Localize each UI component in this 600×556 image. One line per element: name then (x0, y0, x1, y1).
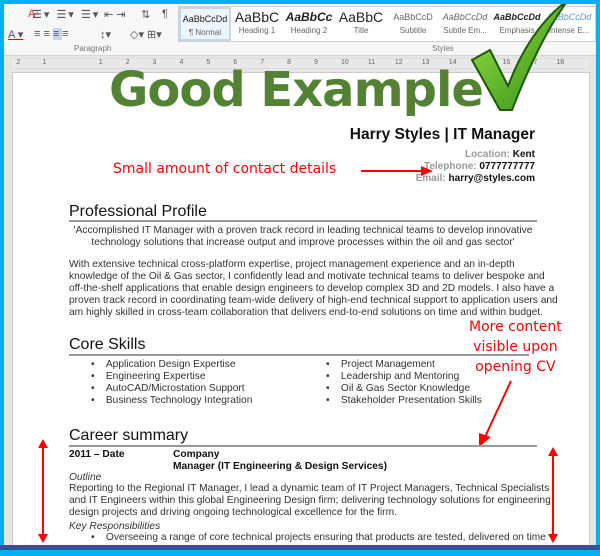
style-heading-1[interactable]: AaBbC Heading 1 (231, 7, 283, 41)
outline-text: Reporting to the Regional IT Manager, I … (69, 483, 551, 518)
contact-line: Email: harry@styles.com (415, 173, 535, 184)
skills-right-list: • Project Management • Leadership and Me… (326, 359, 482, 407)
align-icons[interactable]: ≡≡≡≡ (34, 28, 72, 40)
job-company: Company (173, 449, 220, 460)
list-item: • Leadership and Mentoring (326, 371, 460, 382)
job-dates: 2011 – Date (69, 449, 125, 460)
double-arrow-left-icon (38, 439, 48, 543)
career-heading: Career summary (69, 427, 189, 444)
shading-icon[interactable]: ◇▾ ⊞▾ (130, 28, 162, 41)
contact-annotation: Small amount of contact details (113, 161, 337, 177)
style-normal[interactable]: AaBbCcDd ¶ Normal (179, 7, 231, 41)
style-subtitle[interactable]: AaBbCcD Subtitle (387, 7, 439, 41)
profile-text: With extensive technical cross-platform … (69, 259, 558, 318)
indent-icon[interactable]: ⇤ ⇥ (104, 8, 126, 21)
divider (69, 354, 529, 356)
divider (69, 220, 537, 222)
double-arrow-right-icon (548, 447, 558, 543)
bottom-band (0, 545, 600, 550)
list-item: • Project Management (326, 359, 435, 370)
job-title: Manager (IT Engineering & Design Service… (173, 461, 387, 472)
profile-quote: 'Accomplished IT Manager with a proven t… (73, 225, 533, 248)
list-item: • Application Design Expertise (91, 359, 236, 370)
divider (69, 445, 537, 447)
content-annotation: More content visible upon opening CV (469, 319, 562, 375)
list-item: • AutoCAD/Microstation Support (91, 383, 245, 394)
list-item: • Oil & Gas Sector Knowledge (326, 383, 470, 394)
ruler-tick: 2 (16, 59, 21, 66)
cv-name: Harry Styles | IT Manager (349, 126, 535, 143)
arrow-right-icon (361, 166, 433, 176)
list-item: • Engineering Expertise (91, 371, 206, 382)
arrow-down-left-icon (479, 380, 512, 447)
line-spacing-icon[interactable]: ↕▾ (100, 28, 111, 41)
ruler-tick: 1 (98, 59, 103, 66)
list-item: • Overseeing a range of core technical p… (91, 532, 546, 543)
ruler-tick: 1 (42, 59, 47, 66)
bullets-icon[interactable]: ☰▾ ☰▾ ☰▾ (32, 8, 100, 21)
skills-heading: Core Skills (69, 336, 146, 353)
list-item: • Stakeholder Presentation Skills (326, 395, 482, 406)
word-window: A̷ A ▾ ☰▾ ☰▾ ☰▾ ⇤ ⇥ ⇅ ¶ ≡≡≡≡ ↕▾ ◇▾ ⊞▾ Pa… (4, 4, 596, 545)
good-example-headline: Good Example (109, 62, 484, 118)
pilcrow-icon[interactable]: ¶ (162, 8, 168, 20)
font-color-icon[interactable]: A ▾ (8, 28, 23, 41)
document-page[interactable]: Harry Styles | IT Manager Location: Kent… (12, 72, 590, 545)
sort-icon[interactable]: ⇅ (141, 8, 150, 21)
list-item: • Business Technology Integration (91, 395, 253, 406)
skills-left-list: • Application Design Expertise • Enginee… (91, 359, 252, 407)
style-title[interactable]: AaBbC Title (335, 7, 387, 41)
style-heading-2[interactable]: AaBbCc Heading 2 (283, 7, 335, 41)
paragraph-group-label: Paragraph (74, 44, 112, 53)
contact-line: Location: Kent (464, 149, 535, 160)
styles-group-label: Styles (432, 44, 454, 53)
contact-line: Telephone: 0777777777 (424, 161, 535, 172)
profile-heading: Professional Profile (69, 203, 207, 220)
checkmark-icon (470, 4, 567, 111)
